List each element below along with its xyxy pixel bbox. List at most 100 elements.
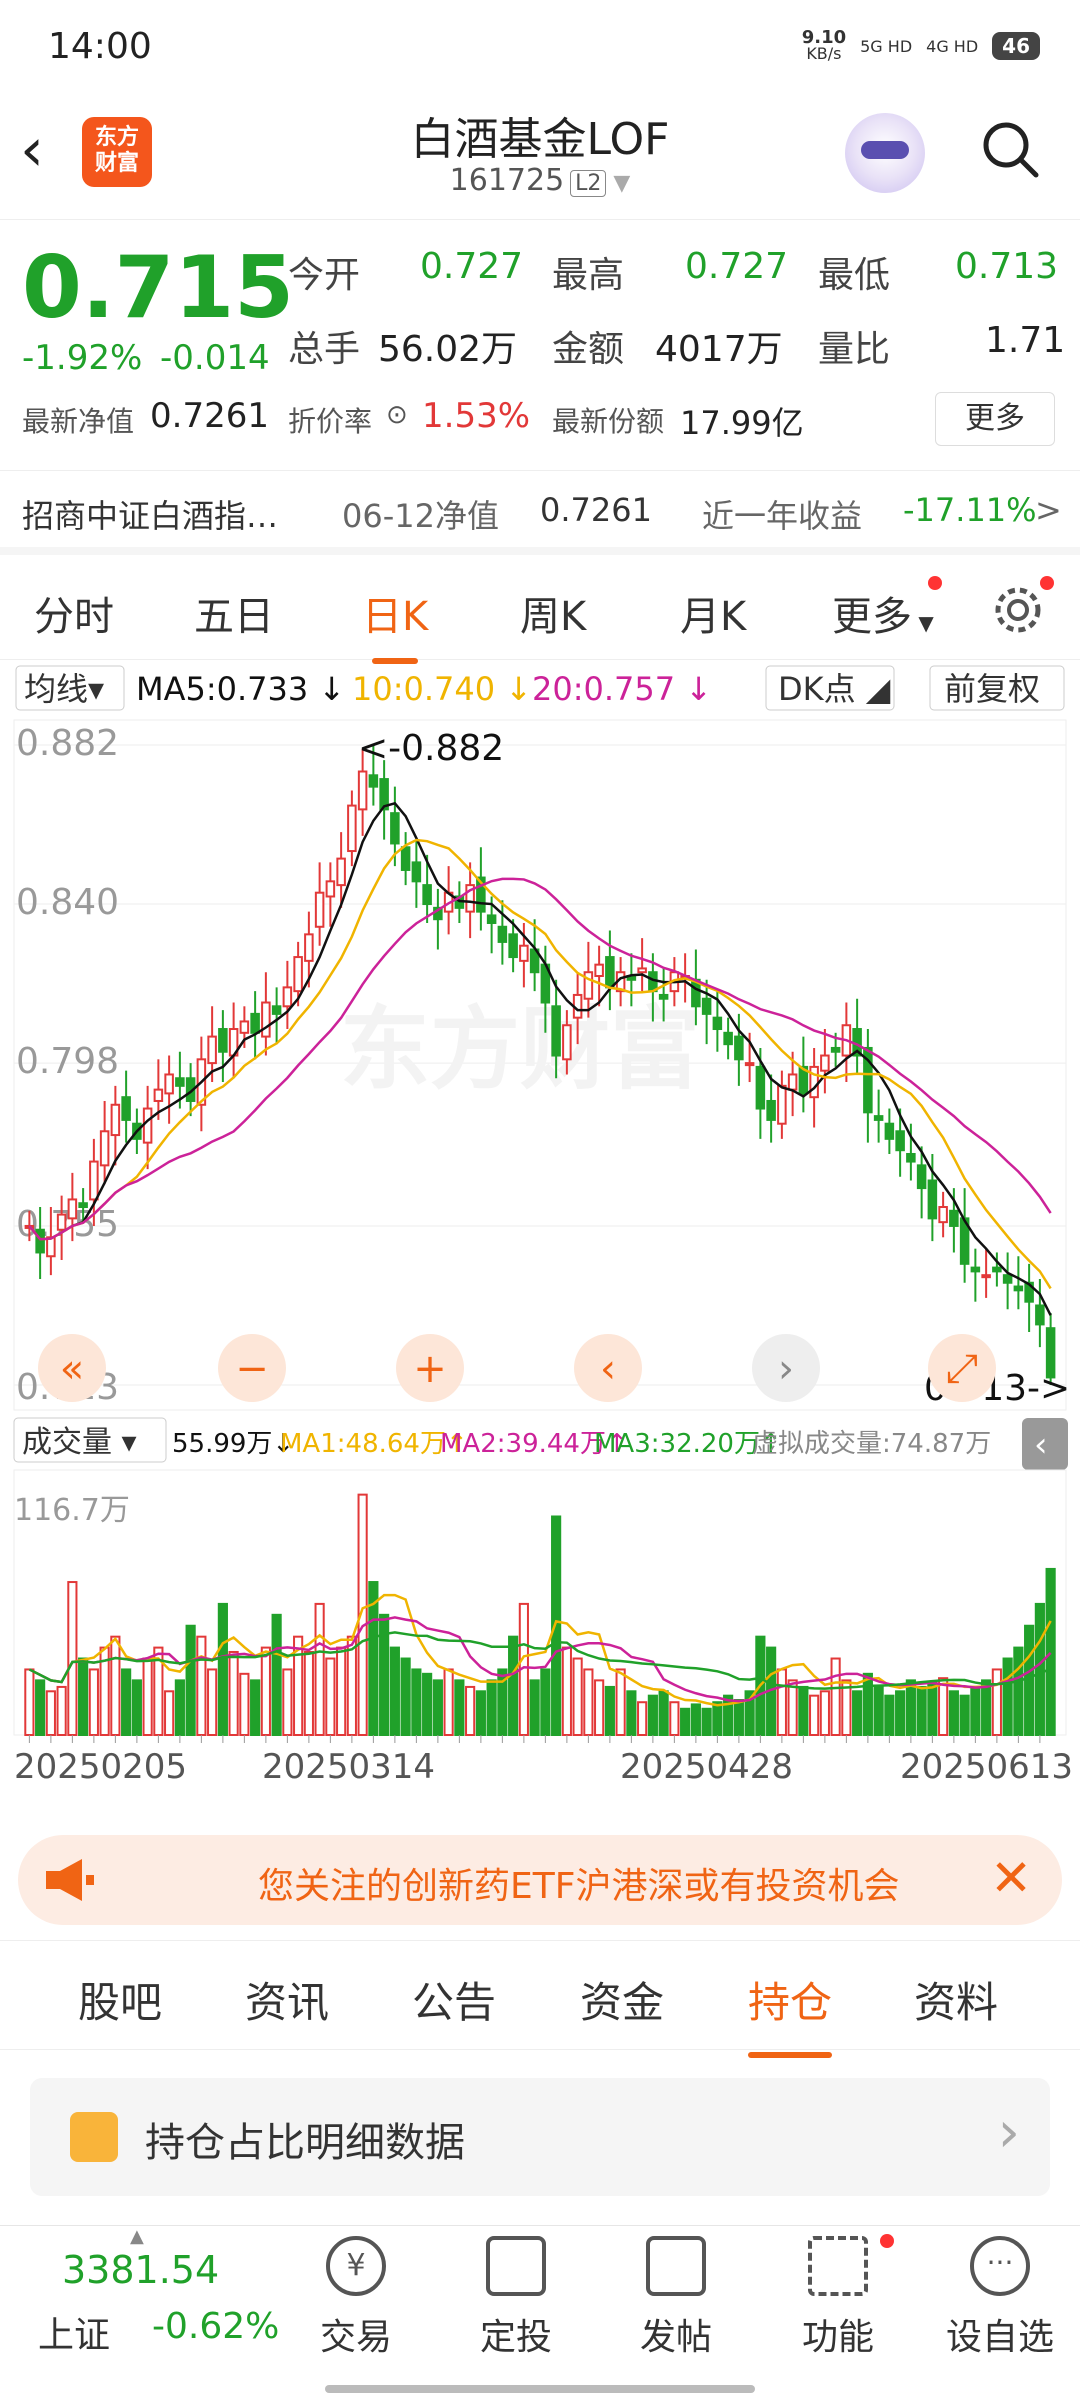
volume-bar [970,1685,981,1736]
subtab-notice[interactable]: 公告 [412,1969,496,2030]
return-value: -17.11% [903,491,1037,529]
nav-post[interactable]: 发帖 [616,2236,736,2360]
vol-ratio-value: 1.71 [985,320,1066,361]
candle [712,1016,723,1031]
max-price-label: <-0.882 [358,728,504,769]
kline-svg[interactable]: 均线▾ MA5:0.733 ↓ 10:0.740 ↓ 20:0.757 ↓ DK点 ◢ 前… [0,660,1080,1810]
status-indicators: 9.10 KB/s 5G HD 4G HD 46 [802,29,1040,62]
x-axis-label: 20250613 [900,1747,1073,1787]
candle [175,1077,185,1087]
candle [519,944,529,962]
functions-dot [880,2234,894,2248]
candle [820,1054,830,1072]
change-value: -0.014 [160,338,270,378]
volume-bar [529,1679,540,1736]
volume-bar [282,1668,293,1737]
home-indicator [325,2385,755,2393]
volume-bar [271,1613,282,1737]
more-button[interactable]: 更多 [935,392,1055,446]
volume-bar [486,1679,497,1736]
candle [884,1122,895,1140]
adjust-button: 前复权 [944,670,1040,708]
volume-bar [325,1657,336,1736]
fund-code: 161725 [449,163,565,198]
volume-bar [798,1685,809,1736]
ma20-legend: 20:0.757 ↓ [532,670,712,708]
tab-five-day[interactable]: 五日 [194,584,274,642]
candle [218,1028,228,1053]
promo-banner[interactable]: 您关注的创新药ETF沪港深或有投资机会 ✕ [18,1835,1062,1925]
zoom-out-button[interactable]: − [235,1346,269,1392]
open-value: 0.727 [420,246,524,287]
tab-more[interactable]: 更多 ▼ [832,584,934,642]
zoom-in-button[interactable]: + [413,1346,447,1392]
tracking-index-row[interactable]: 招商中证白酒指… 06-12净值 0.7261 近一年收益 -17.11% > [0,470,1080,555]
candle [916,1164,927,1190]
tab-intraday[interactable]: 分时 [34,584,114,642]
index-name: 招商中证白酒指… [22,497,279,535]
candle [766,1099,776,1121]
nav-label: 最新净值 [22,405,135,438]
subtab-funds[interactable]: 资金 [580,1969,664,2030]
volume-bar [35,1679,46,1736]
subtab-news[interactable]: 资讯 [245,1969,329,2030]
candle [486,914,497,924]
volume-bar [346,1635,357,1737]
tab-monthly-k[interactable]: 月K [680,584,746,642]
period-tabs: 分时 五日 日K 周K 月K 更多 ▼ [0,560,1080,664]
nav-add-watchlist[interactable]: ··· 设自选 [940,2236,1060,2360]
volume-bar [981,1679,992,1736]
y-tick-label: 0.798 [16,1041,119,1082]
volume-bar [78,1657,89,1736]
volume-bar [1034,1602,1045,1736]
candle [422,884,432,906]
high-label: 最高 [552,255,625,296]
candle [949,1209,959,1227]
subtab-holdings[interactable]: 持仓 [748,1969,833,2058]
volume-bar [948,1690,959,1737]
close-icon[interactable]: ✕ [990,1849,1032,1907]
x-axis-label: 20250428 [620,1747,793,1787]
tab-daily-k[interactable]: 日K [362,584,428,664]
prev-button[interactable]: ‹ [600,1346,616,1392]
index-value[interactable]: 3381.54 [62,2248,219,2292]
info-icon[interactable]: ⊙ [386,400,408,430]
volume-bar [852,1690,863,1737]
vol-ratio-label: 量比 [818,329,891,370]
holdings-detail-row[interactable]: 持仓占比明细数据 › [30,2078,1050,2196]
candle [142,1107,153,1144]
scroll-left-button[interactable]: « [60,1346,84,1392]
candle [938,1206,948,1224]
index-nav: 0.7261 [540,491,652,529]
candle [325,880,336,898]
settings-gear-icon[interactable] [990,582,1046,638]
subtab-profile[interactable]: 资料 [914,1969,998,2030]
y-tick-label: 0.840 [16,882,119,923]
candle [304,933,314,962]
fullscreen-button[interactable]: ⤢ [946,1346,978,1392]
edit-icon [646,2236,706,2296]
candle [293,956,303,993]
volume-current: 55.99万↓ [172,1429,294,1459]
return-label: 近一年收益 [702,497,863,535]
kline-chart-area[interactable]: 均线▾ MA5:0.733 ↓ 10:0.740 ↓ 20:0.757 ↓ DK点 ◢ 前… [0,660,1080,1810]
candle [239,1020,250,1034]
volume-bar [809,1694,820,1736]
tab-weekly-k[interactable]: 周K [520,584,586,642]
candle [35,1228,45,1254]
volume-bar [701,1707,712,1737]
volume-bar [680,1707,691,1737]
nav-trade[interactable]: ¥ 交易 [296,2236,416,2360]
next-button[interactable]: › [778,1346,794,1392]
nav-invest-plan[interactable]: 定投 [456,2236,576,2360]
search-icon[interactable] [978,117,1042,181]
volume-bar [443,1668,454,1737]
volume-bar [314,1602,325,1736]
nav-functions[interactable]: 功能 [778,2236,898,2360]
open-label: 今开 [288,255,361,296]
volume-bar [905,1679,916,1736]
volume-bar [884,1694,895,1736]
volume-bar [24,1668,35,1737]
assistant-robot-icon[interactable] [845,113,925,193]
subtab-forum[interactable]: 股吧 [78,1969,162,2030]
